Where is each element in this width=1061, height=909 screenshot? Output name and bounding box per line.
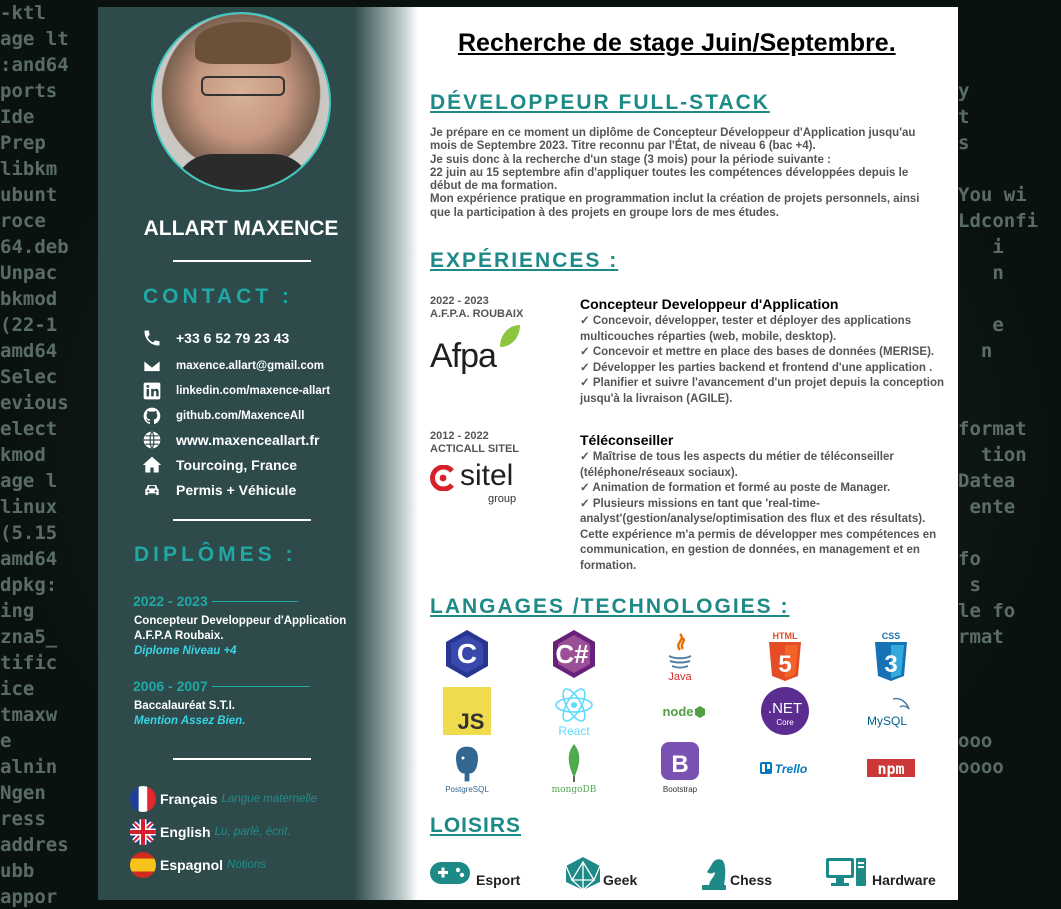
page-headline: Recherche de stage Juin/Septembre. <box>458 29 896 57</box>
svg-text:React: React <box>558 724 590 737</box>
hobby-geek: Geek <box>563 856 637 891</box>
svg-text:B: B <box>671 751 688 778</box>
html5-icon: HTML 5 <box>755 628 815 684</box>
diploma-year: 2022 - 2023 <box>133 593 298 609</box>
experiences-title: EXPÉRIENCES : <box>430 249 619 272</box>
svg-text:npm: npm <box>877 760 904 778</box>
diploma-year: 2006 - 2007 <box>133 678 310 694</box>
trello-icon: Trello <box>755 740 815 796</box>
postgresql-icon: PostgreSQL <box>437 740 497 796</box>
contact-linkedin[interactable]: linkedin.com/maxence-allart <box>142 381 330 401</box>
svg-text:Core: Core <box>776 718 794 727</box>
react-icon: React <box>544 683 604 739</box>
c-icon: C <box>437 626 497 682</box>
experience-meta: 2012 - 2022 ACTICALL SITEL <box>430 430 520 455</box>
hobby-hardware: Hardware <box>826 856 936 890</box>
chess-knight-icon <box>694 856 726 890</box>
mail-icon <box>142 356 162 376</box>
svg-text:PostgreSQL: PostgreSQL <box>445 785 489 794</box>
computer-icon <box>826 856 866 890</box>
afpa-logo: Afpa <box>430 325 530 377</box>
hobbies-title: LOISIRS <box>430 814 522 837</box>
background-code-right: y t s You wi Ldconfi i n e n format tion… <box>958 80 1039 778</box>
csharp-icon: C# <box>544 626 604 682</box>
svg-text:C: C <box>457 638 477 669</box>
svg-text:JS: JS <box>458 709 485 734</box>
tech-title: LANGAGES /TECHNOLOGIES : <box>430 595 790 618</box>
divider <box>173 758 311 760</box>
contact-location: Tourcoing, France <box>142 455 297 475</box>
bootstrap-icon: B Bootstrap <box>650 740 710 796</box>
france-flag-icon <box>130 786 156 812</box>
css3-icon: CSS 3 <box>861 628 921 684</box>
contact-phone[interactable]: +33 6 52 79 23 43 <box>142 328 289 348</box>
uk-flag-icon <box>130 819 156 845</box>
sitel-logo: sitel group <box>430 459 530 509</box>
intro-text: Je prépare en ce moment un diplôme de Co… <box>430 127 920 219</box>
hobby-chess: Chess <box>694 856 772 890</box>
sidebar: ALLART MAXENCE CONTACT : +33 6 52 79 23 … <box>98 7 418 900</box>
d20-icon <box>563 856 601 891</box>
svg-text:5: 5 <box>778 651 791 678</box>
role-title: DÉVELOPPEUR FULL-STACK <box>430 91 770 114</box>
language-english: English Lu, parlé, écrit. <box>130 819 291 845</box>
diploma-entry: Baccalauréat S.T.I. Mention Assez Bien. <box>134 700 246 727</box>
spain-flag-icon <box>130 852 156 878</box>
svg-text:Trello: Trello <box>775 762 807 776</box>
experience-meta: 2022 - 2023 A.F.P.A. ROUBAIX <box>430 295 524 320</box>
home-icon <box>142 455 162 475</box>
profile-name: ALLART MAXENCE <box>143 217 339 240</box>
language-french: Français Langue maternelle <box>130 786 317 812</box>
svg-text:3: 3 <box>884 651 897 678</box>
javascript-icon: JS <box>437 683 497 739</box>
hobby-esport: Esport <box>430 856 520 890</box>
svg-text:MySQL: MySQL <box>867 714 907 728</box>
java-icon: Java <box>650 628 710 684</box>
svg-text:Java: Java <box>668 671 692 682</box>
mysql-icon: MySQL <box>861 683 921 739</box>
globe-icon <box>142 430 162 450</box>
experience-points: ✓ Maîtrise de tous les aspects du métier… <box>580 451 937 572</box>
language-spanish: Espagnol Notions <box>130 852 266 878</box>
background-code-left: -ktl age lt :and64 ports Ide Prep libkm … <box>0 2 69 908</box>
contact-title: CONTACT : <box>143 285 293 308</box>
svg-text:C#: C# <box>555 639 589 669</box>
experience-title: Téléconseiller <box>580 432 674 448</box>
svg-text:Bootstrap: Bootstrap <box>663 785 698 794</box>
svg-text:node: node <box>662 704 693 719</box>
contact-website[interactable]: www.maxenceallart.fr <box>142 430 319 450</box>
diplomas-title: DIPLÔMES : <box>134 543 297 566</box>
dotnet-core-icon: .NET Core <box>755 683 815 739</box>
svg-text:HTML: HTML <box>773 631 798 641</box>
svg-text:.NET: .NET <box>768 700 802 717</box>
gamepad-icon <box>430 856 470 890</box>
mongodb-icon: mongoDB <box>544 740 604 796</box>
divider <box>173 519 311 521</box>
npm-icon: npm <box>861 740 921 796</box>
car-icon <box>142 480 162 500</box>
contact-email[interactable]: maxence.allart@gmail.com <box>142 356 324 376</box>
contact-license: Permis + Véhicule <box>142 480 296 500</box>
svg-text:CSS: CSS <box>882 631 901 641</box>
cv-sheet: ALLART MAXENCE CONTACT : +33 6 52 79 23 … <box>98 7 958 900</box>
github-icon <box>142 406 162 426</box>
contact-github[interactable]: github.com/MaxenceAll <box>142 406 304 426</box>
profile-photo <box>151 12 331 192</box>
divider <box>173 260 311 262</box>
svg-text:mongoDB: mongoDB <box>552 785 597 794</box>
linkedin-icon <box>142 381 162 401</box>
phone-icon <box>142 328 162 348</box>
experience-title: Concepteur Developpeur d'Application <box>580 296 839 312</box>
experience-points: ✓ Concevoir, développer, tester et déplo… <box>580 315 945 405</box>
diploma-entry: Concepteur Developpeur d'Application A.F… <box>134 615 347 657</box>
nodejs-icon: node <box>650 683 710 739</box>
